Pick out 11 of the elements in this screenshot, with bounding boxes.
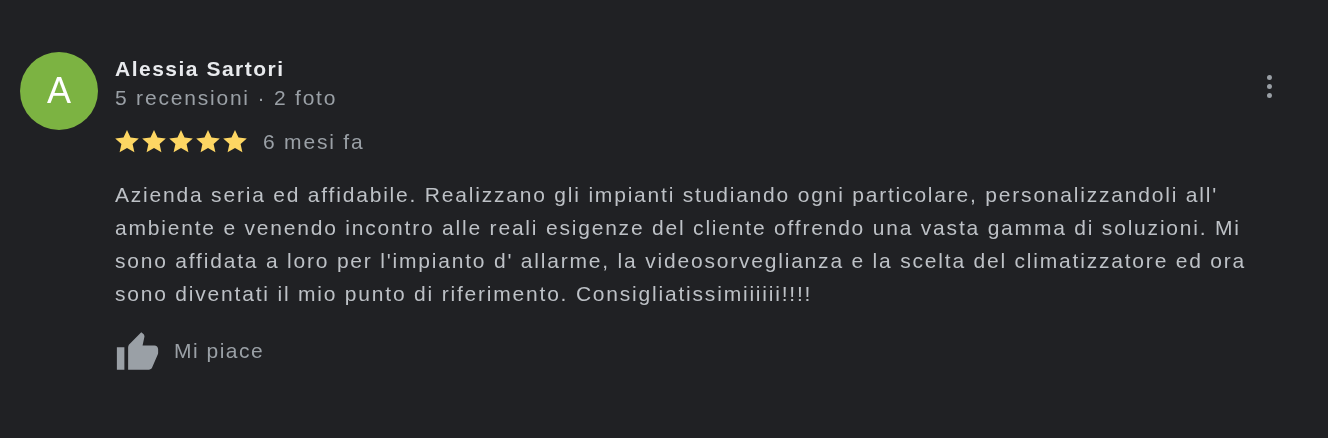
review-text: Azienda seria ed affidabile. Realizzano gli impianti studiando ogni particolare, personalizzandoli all' ambiente e venendo incontro alle reali esigenze del cliente offrendo una vasta gamma di soluzioni. Mi sono affidata a loro per l'impianto d' allarme, la videosorveglianza e la scelta del climatizzatore ed ora sono diventati il mio punto di riferimento. Consigliatissimiiiiii!!!! [115, 181, 1248, 307]
review-date: 6 mesi fa [263, 129, 365, 155]
star-icon [142, 130, 166, 154]
star-icon [115, 130, 139, 154]
star-icon [196, 130, 220, 154]
star-icon [223, 130, 247, 154]
like-button[interactable]: Mi piace [115, 329, 265, 372]
star-icon [169, 130, 193, 154]
thumbs-up-icon [115, 329, 160, 372]
author-name[interactable]: Alessia Sartori [115, 55, 338, 83]
review-count: 5 recensioni · 2 foto [115, 85, 338, 111]
